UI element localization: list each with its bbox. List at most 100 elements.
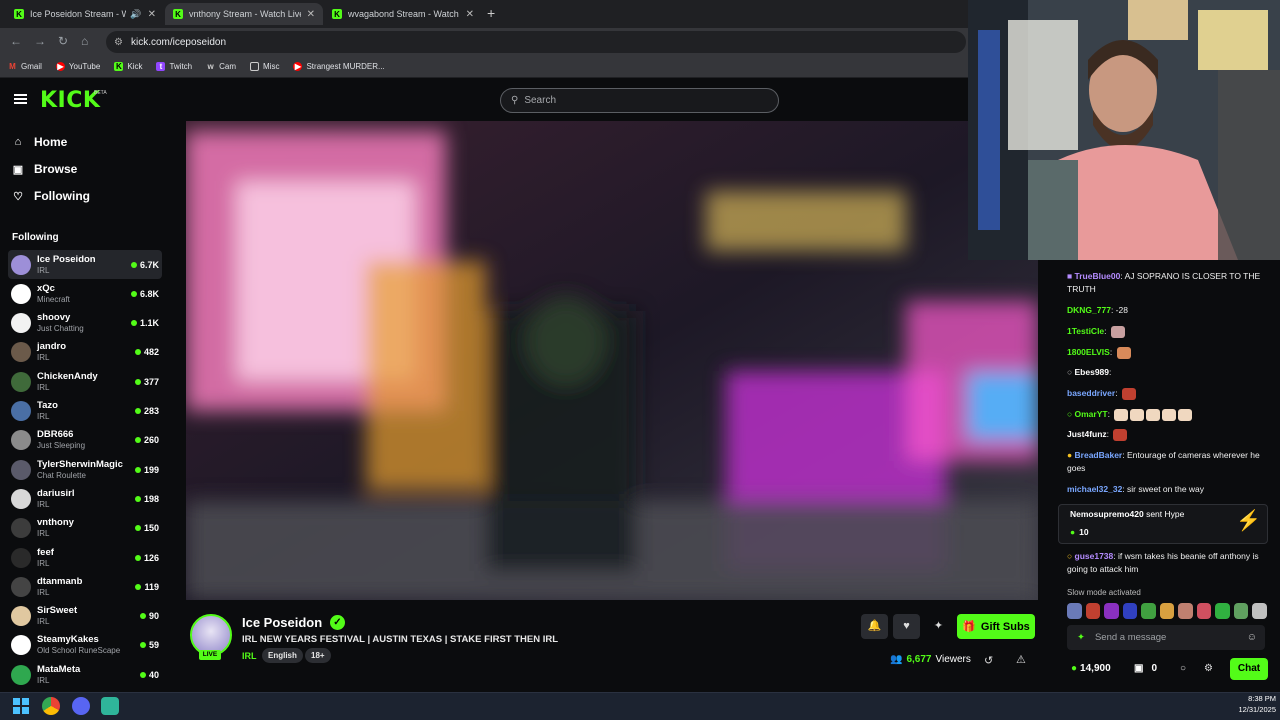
sidebar-channel-item[interactable]: dtanmanb IRL 119 xyxy=(8,572,162,601)
sidebar-channel-item[interactable]: vnthony IRL 150 xyxy=(8,514,162,543)
stream-category-link[interactable]: IRL xyxy=(242,651,257,661)
bookmark-strangest-murder[interactable]: ▶ Strangest MURDER... xyxy=(293,62,385,71)
chat-username[interactable]: OmarYT xyxy=(1075,409,1108,419)
sparkle-icon[interactable]: ✦ xyxy=(1077,632,1085,643)
app-icon[interactable] xyxy=(101,697,119,715)
site-settings-icon[interactable]: ⚙ xyxy=(114,37,123,48)
viewer-count: 👥 6,677 Viewers xyxy=(890,654,971,665)
forward-arrow-icon[interactable]: → xyxy=(34,34,46,48)
emote-icon[interactable] xyxy=(1104,603,1119,619)
bookmark-misc[interactable]: Misc xyxy=(250,62,279,71)
tag-age[interactable]: 18+ xyxy=(305,648,331,663)
send-chat-button[interactable]: Chat xyxy=(1230,658,1268,680)
chat-message: ■ TrueBlue00: AJ SOPRANO IS CLOSER TO TH… xyxy=(1067,270,1267,296)
discord-icon[interactable] xyxy=(72,697,90,715)
chat-username[interactable]: guse1738 xyxy=(1075,551,1114,561)
browser-tab-active[interactable]: K vnthony Stream - Watch Live o ✕ xyxy=(165,3,323,25)
lightning-bolt-icon: ⚡ xyxy=(1236,510,1261,532)
speaker-icon[interactable]: 🔊 xyxy=(130,9,141,20)
viewer-number: 1.1K xyxy=(139,318,159,329)
chat-bubble-icon[interactable]: ○ xyxy=(1180,663,1186,674)
search-input[interactable]: ⚲ Search xyxy=(500,88,779,113)
url-field[interactable]: ⚙ kick.com/iceposeidon xyxy=(106,31,966,53)
settings-gear-icon[interactable]: ⚙ xyxy=(1204,663,1213,674)
tag-language[interactable]: English xyxy=(262,648,303,663)
close-tab-icon[interactable]: ✕ xyxy=(307,9,315,20)
reload-icon[interactable]: ↻ xyxy=(58,34,68,48)
sidebar-channel-item[interactable]: shoovy Just Chatting 1.1K xyxy=(8,309,162,338)
browser-tab[interactable]: K wvagabond Stream - Watch Liv ✕ xyxy=(324,3,482,25)
badge-icon: ○ xyxy=(1067,551,1073,561)
notification-bell-button[interactable]: 🔔 xyxy=(861,614,888,639)
sidebar-channel-item[interactable]: Ice Poseidon IRL 6.7K xyxy=(8,250,162,279)
sidebar-channel-item[interactable]: SteamyKakes Old School RuneScape 59 xyxy=(8,631,162,660)
chat-username[interactable]: BreadBaker xyxy=(1075,450,1123,460)
chat-username[interactable]: Just4funz xyxy=(1067,429,1107,439)
chat-message-input[interactable]: ✦ Send a message ☺ xyxy=(1067,625,1265,650)
sidebar-channel-item[interactable]: dariusirl IRL 198 xyxy=(8,484,162,513)
emoji-picker-icon[interactable]: ☺ xyxy=(1247,632,1257,643)
chat-username[interactable]: DKNG_777 xyxy=(1067,305,1111,315)
emote-icon[interactable] xyxy=(1178,603,1193,619)
emote-icon[interactable] xyxy=(1252,603,1268,619)
emote-icon[interactable] xyxy=(1196,603,1212,619)
bookmark-gmail[interactable]: M Gmail xyxy=(8,62,42,71)
channel-name[interactable]: Ice Poseidon xyxy=(242,615,322,630)
nav-browse[interactable]: ▣ Browse xyxy=(12,162,78,176)
sidebar-channel-item[interactable]: TylerSherwinMagic Chat Roulette 199 xyxy=(8,455,162,484)
tab-title: Ice Poseidon Stream - Watch xyxy=(30,9,127,19)
video-player[interactable] xyxy=(186,121,1038,600)
sidebar-channel-item[interactable]: Tazo IRL 283 xyxy=(8,397,162,426)
kick-logo[interactable]: KICK xyxy=(40,88,100,113)
close-tab-icon[interactable]: ✕ xyxy=(148,9,156,20)
emote-icon[interactable] xyxy=(1122,603,1138,619)
emote-icon[interactable] xyxy=(1215,603,1230,619)
new-tab-button[interactable]: + xyxy=(487,5,495,21)
chat-username[interactable]: Ebes989 xyxy=(1075,367,1110,377)
badge-icon: ○ xyxy=(1067,367,1073,377)
badge-icon: ■ xyxy=(1067,271,1073,281)
emote-icon[interactable] xyxy=(1067,603,1082,619)
sidebar-channel-item[interactable]: jandro IRL 482 xyxy=(8,338,162,367)
chat-username[interactable]: TrueBlue00 xyxy=(1075,271,1121,281)
bookmark-youtube[interactable]: ▶ YouTube xyxy=(55,62,100,71)
sidebar-channel-item[interactable]: DBR666 Just Sleeping 260 xyxy=(8,426,162,455)
sidebar-channel-item[interactable]: feef IRL 126 xyxy=(8,543,162,572)
sidebar-channel-item[interactable]: SirSweet IRL 90 xyxy=(8,602,162,631)
channel-text: xQc Minecraft xyxy=(37,283,131,305)
back-arrow-icon[interactable]: ← xyxy=(10,34,22,48)
chat-username[interactable]: michael32_32 xyxy=(1067,484,1122,494)
gift-subs-button[interactable]: 🎁 Gift Subs xyxy=(957,614,1035,639)
menu-hamburger-icon[interactable] xyxy=(14,94,27,104)
windows-start-icon[interactable] xyxy=(12,697,30,715)
gift-count[interactable]: ▣ 0 xyxy=(1134,663,1157,674)
chat-username[interactable]: 1800ELVIS xyxy=(1067,347,1110,357)
bookmark-kick[interactable]: K Kick xyxy=(114,62,142,71)
chat-username[interactable]: baseddriver xyxy=(1067,388,1115,398)
close-tab-icon[interactable]: ✕ xyxy=(466,9,474,20)
sidebar-channel-item[interactable]: MataMeta IRL 40 xyxy=(8,660,162,689)
live-dot-icon xyxy=(134,495,141,502)
sidebar-channel-item[interactable]: ChickenAndy IRL 377 xyxy=(8,367,162,396)
emote-icon[interactable] xyxy=(1141,603,1156,619)
share-icon[interactable]: ↺ xyxy=(984,654,993,667)
follow-heart-button[interactable]: ♥ xyxy=(893,614,920,639)
home-icon[interactable]: ⌂ xyxy=(81,34,88,48)
hype-username[interactable]: Nemosupremo420 xyxy=(1070,509,1144,519)
bookmark-cam[interactable]: w Cam xyxy=(206,62,237,71)
browser-tab[interactable]: K Ice Poseidon Stream - Watch 🔊 ✕ xyxy=(6,3,164,25)
channel-text: jandro IRL xyxy=(37,341,135,363)
chrome-icon[interactable] xyxy=(42,697,60,715)
nav-following[interactable]: ♡ Following xyxy=(12,189,90,203)
emote-icon[interactable] xyxy=(1233,603,1249,619)
bookmark-twitch[interactable]: t Twitch xyxy=(156,62,192,71)
emote-icon[interactable] xyxy=(1159,603,1175,619)
chat-username[interactable]: 1TestiCle xyxy=(1067,326,1104,336)
sparkle-button[interactable]: ✦ xyxy=(925,614,952,639)
emote-icon[interactable] xyxy=(1085,603,1101,619)
channel-viewer-count: 199 xyxy=(134,465,159,475)
nav-home[interactable]: ⌂ Home xyxy=(12,135,68,149)
report-warning-icon[interactable]: ⚠ xyxy=(1016,653,1026,666)
sidebar-channel-item[interactable]: xQc Minecraft 6.8K xyxy=(8,279,162,308)
kicks-balance[interactable]: ● 14,900 xyxy=(1071,663,1111,674)
